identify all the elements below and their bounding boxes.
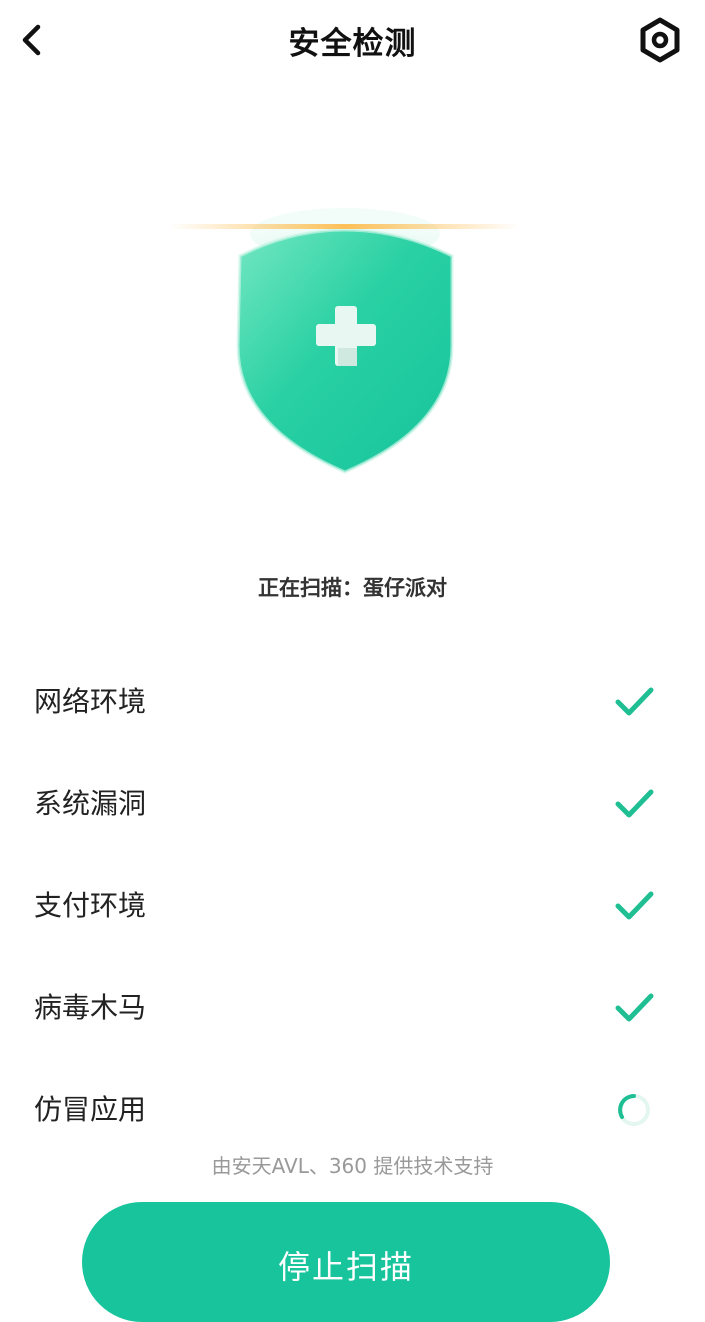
header-bar: 安全检测 <box>0 0 705 80</box>
hexagon-settings-icon <box>640 17 680 63</box>
settings-button[interactable] <box>634 14 686 66</box>
check-label: 支付环境 <box>34 889 147 922</box>
checkmark-icon <box>615 993 654 1022</box>
stop-scan-label: 停止扫描 <box>277 1248 414 1286</box>
check-label: 仿冒应用 <box>34 1093 147 1126</box>
scan-line <box>170 224 520 229</box>
page-title: 安全检测 <box>288 26 417 62</box>
check-item-virus: 病毒木马 <box>0 956 705 1058</box>
check-item-network: 网络环境 <box>0 650 705 752</box>
check-item-payment: 支付环境 <box>0 854 705 956</box>
shield-illustration <box>170 196 520 496</box>
check-label: 网络环境 <box>34 685 147 718</box>
checkmark-icon <box>615 891 654 920</box>
checkmark-icon <box>615 789 654 818</box>
check-label: 病毒木马 <box>34 991 147 1024</box>
stop-scan-button[interactable]: 停止扫描 <box>82 1202 610 1322</box>
check-label: 系统漏洞 <box>34 787 147 820</box>
tech-support-text: 由安天AVL、360 提供技术支持 <box>211 1154 494 1178</box>
shield-plus-icon <box>236 208 454 474</box>
checkmark-icon <box>615 687 654 716</box>
scanning-status: 正在扫描：蛋仔派对 <box>258 576 447 600</box>
check-item-system: 系统漏洞 <box>0 752 705 854</box>
check-item-fake-app: 仿冒应用 <box>0 1058 705 1160</box>
loading-spinner-icon <box>618 1094 650 1126</box>
